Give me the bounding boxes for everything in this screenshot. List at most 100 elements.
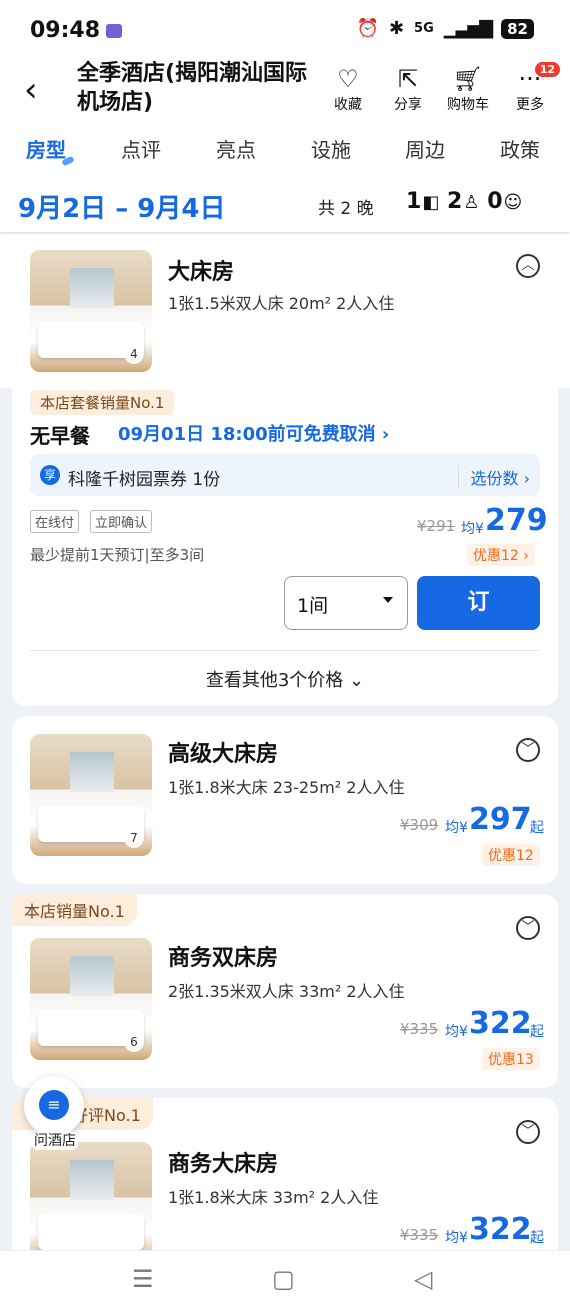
ask-hotel-circle: ≡ <box>24 1076 84 1136</box>
original-price: ¥335 <box>400 1226 439 1244</box>
instant-confirm-tag: 立即确认 <box>90 510 153 533</box>
room-quantity-select[interactable]: 1间 <box>284 576 408 630</box>
discount-badge: 优惠13 <box>482 1048 540 1070</box>
nights-count: 共 2 晚 <box>318 199 374 219</box>
room-desc: 2张1.35米双人床 33m² 2人入住 <box>168 982 405 1001</box>
rate-plan: 本店套餐销量No.1 无早餐 09月01日 18:00前可免费取消 › 享 科隆… <box>12 388 558 706</box>
share-label: 分享 <box>394 97 422 113</box>
select-quantity-link[interactable]: 选份数 › <box>457 465 530 489</box>
room-photo[interactable]: 7 <box>30 734 152 856</box>
tab-highlights[interactable]: 亮点 <box>216 134 256 163</box>
adult-count: 2 <box>447 189 464 214</box>
cancellation-policy[interactable]: 09月01日 18:00前可免费取消 › <box>118 420 389 446</box>
child-count: 0 <box>487 189 504 214</box>
from-label: 起 <box>530 820 544 836</box>
room-card-header[interactable]: 4 大床房 1张1.5米双人床 20m² 2人入住 ︿ <box>0 234 570 388</box>
chat-bubble-icon: ≡ <box>39 1090 69 1120</box>
app-header: ‹ 全季酒店(揭阳潮汕国际机场店) ♡ 收藏 ⇱ 分享 🛒︎ 购物车 ··· 1… <box>0 56 570 124</box>
room-quantity-value: 1间 <box>297 595 329 617</box>
tab-room-types[interactable]: 房型 <box>26 134 66 163</box>
notification-badge: 12 <box>534 62 560 77</box>
original-price: ¥291 <box>417 517 456 535</box>
more-button[interactable]: ··· 12 更多 <box>504 62 560 114</box>
cart-button[interactable]: 🛒︎ 购物车 <box>442 64 494 114</box>
dropdown-caret-icon <box>383 597 393 603</box>
back-arrow-icon[interactable]: ‹ <box>24 70 38 110</box>
ask-hotel-label: 问酒店 <box>32 1132 78 1150</box>
pay-online-tag: 在线付 <box>30 510 80 533</box>
room-count: 1 <box>406 189 423 214</box>
battery-indicator: 82 <box>501 18 534 39</box>
gift-text: 科隆千树园票券 1份 <box>68 470 221 490</box>
adult-icon: ♙ <box>463 192 488 213</box>
price: 279 <box>485 503 548 538</box>
meal-plan: 无早餐 <box>30 424 90 448</box>
guest-counts[interactable]: 1◧ 2♙ 0☺ <box>406 189 523 214</box>
price: 322 <box>469 1212 532 1247</box>
tab-reviews[interactable]: 点评 <box>121 134 161 163</box>
cart-icon: 🛒︎ <box>452 65 484 93</box>
avg-label: 均¥ <box>445 820 468 836</box>
chevron-up-icon[interactable]: ︿ <box>516 254 540 278</box>
avg-label: 均¥ <box>445 1024 468 1040</box>
ask-hotel-button[interactable]: ≡ 问酒店 <box>24 1076 86 1156</box>
enjoy-icon: 享 <box>40 465 60 485</box>
room-card[interactable]: 好评No.1 商务大床房 1张1.8米大床 33m² 2人入住 ﹀ ¥335 均… <box>12 1098 558 1268</box>
home-icon[interactable]: ▢ <box>272 1265 295 1293</box>
tab-policy[interactable]: 政策 <box>500 134 540 163</box>
favorite-button[interactable]: ♡ 收藏 <box>322 64 374 114</box>
room-photo[interactable]: 4 <box>30 250 152 372</box>
photo-count: 4 <box>124 344 144 364</box>
discount-badge[interactable]: 优惠12 › <box>467 544 535 566</box>
avg-label: 均¥ <box>461 521 484 537</box>
signal-icon: 5G <box>414 21 434 36</box>
room-desc: 1张1.8米大床 23-25m² 2人入住 <box>168 778 405 797</box>
from-label: 起 <box>530 1024 544 1040</box>
status-bar: 09:48 ⏰ ✱ 5G ▁▃▅▇ 82 <box>0 0 570 56</box>
room-name: 商务大床房 <box>168 1152 279 1177</box>
favorite-label: 收藏 <box>334 97 362 113</box>
book-button[interactable]: 订 <box>417 576 540 630</box>
room-photo[interactable]: 6 <box>30 938 152 1060</box>
status-icons: ⏰ ✱ 5G ▁▃▅▇ 82 <box>357 18 534 39</box>
divider <box>30 650 540 651</box>
photo-count: 6 <box>124 1032 144 1052</box>
more-label: 更多 <box>516 97 544 113</box>
discount-badge: 优惠12 <box>482 844 540 866</box>
room-card[interactable]: 本店销量No.1 6 商务双床房 2张1.35米双人床 33m² 2人入住 ﹀ … <box>12 894 558 1088</box>
alarm-icon: ⏰ <box>356 18 379 39</box>
room-name: 大床房 <box>168 260 235 285</box>
sales-rank-tag: 本店销量No.1 <box>12 894 137 926</box>
hotel-title: 全季酒店(揭阳潮汕国际机场店) <box>77 61 308 115</box>
cart-label: 购物车 <box>447 97 489 113</box>
stay-dates[interactable]: 9月2日 – 9月4日 <box>18 188 225 225</box>
photo-count: 7 <box>124 828 144 848</box>
room-desc: 1张1.5米双人床 20m² 2人入住 <box>168 294 395 313</box>
room-card[interactable]: 7 高级大床房 1张1.8米大床 23-25m² 2人入住 ﹀ ¥309 均¥ … <box>12 716 558 884</box>
tab-nearby[interactable]: 周边 <box>405 134 445 163</box>
original-price: ¥335 <box>400 1020 439 1038</box>
chevron-down-icon[interactable]: ﹀ <box>516 738 540 762</box>
system-nav-bar: ☰ ▢ ◁ <box>0 1250 570 1308</box>
more-prices-link[interactable]: 查看其他3个价格 ⌄ <box>12 666 558 692</box>
chevron-down-icon[interactable]: ﹀ <box>516 916 540 940</box>
teams-icon <box>106 24 122 38</box>
price: 297 <box>469 802 532 837</box>
tab-facilities[interactable]: 设施 <box>311 134 351 163</box>
child-icon: ☺ <box>503 192 524 213</box>
from-label: 起 <box>530 1230 544 1246</box>
back-icon[interactable]: ◁ <box>414 1265 432 1293</box>
status-time: 09:48 <box>30 18 101 43</box>
signal-bars-icon: ▁▃▅▇ <box>443 18 493 39</box>
section-tabs: 房型 点评 亮点 设施 周边 政策 <box>0 124 570 172</box>
share-button[interactable]: ⇱ 分享 <box>382 64 434 114</box>
chevron-down-icon[interactable]: ﹀ <box>516 1120 540 1144</box>
room-name: 高级大床房 <box>168 742 279 767</box>
room-photo[interactable] <box>30 1142 152 1264</box>
booking-limits: 最少提前1天预订|至多3间 <box>30 546 205 564</box>
package-sales-tag: 本店套餐销量No.1 <box>30 390 175 415</box>
gift-row[interactable]: 享 科隆千树园票券 1份 选份数 › <box>30 454 540 496</box>
room-icon: ◧ <box>422 192 448 213</box>
menu-icon[interactable]: ☰ <box>132 1265 154 1293</box>
date-selector[interactable]: 9月2日 – 9月4日 共 2 晚 1◧ 2♙ 0☺ <box>0 172 570 232</box>
